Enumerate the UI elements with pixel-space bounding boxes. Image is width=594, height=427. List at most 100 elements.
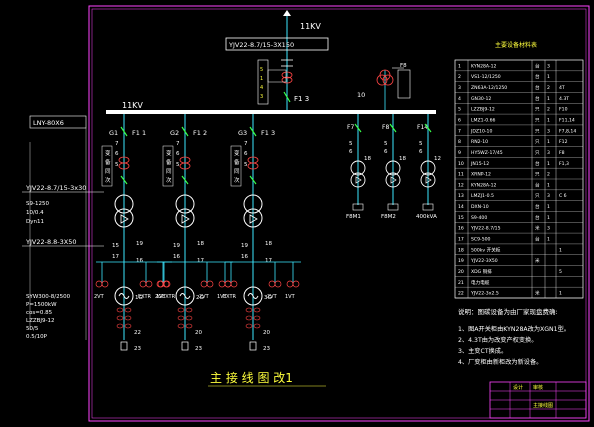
note-1: 1、图A开关柜由KYN28A改为XGN1型。 [458, 325, 570, 333]
aux-number: 12 [434, 156, 441, 162]
table-cell: 4 [458, 96, 461, 102]
table-cell: HY5WZ-17/45 [471, 150, 503, 156]
table-cell: LMZ1-0.66 [471, 118, 496, 124]
unit-number: 17 [112, 254, 119, 260]
table-cell: VS1-12/1250 [471, 74, 501, 80]
cabinet-char: 同 [234, 168, 240, 175]
table-cell: 18 [458, 247, 464, 253]
table-cell: 只 [535, 118, 540, 124]
left-panel: LNY-80X6 YJV22-8.7/15-3x30 S9-1250 10/0.… [22, 115, 104, 340]
table-cell: 1 [547, 182, 550, 188]
table-cell: 13 [458, 193, 464, 199]
generator-unit-2: G2 F1 2变备同次765191716182GEXTR 2VT 1VT2G2023 [155, 114, 233, 352]
table-cell: F7,8,14 [559, 128, 576, 134]
table-cell: 台 [535, 73, 540, 80]
table-cell: 9 [458, 150, 461, 156]
drawing-title: 主 接 线 图 改1 [210, 370, 293, 385]
cabinet-char: 备 [234, 158, 240, 166]
left-tf-spec-2: Dyn11 [26, 219, 44, 225]
table-cell: 3 [547, 128, 550, 134]
table-cell: JN15-12 [470, 161, 489, 167]
table-cell: ZN63A-12/1250 [471, 85, 507, 91]
table-cell: XDG 铜排 [471, 268, 492, 275]
cabinet-char: 变 [105, 149, 111, 157]
table-cell: 1 [559, 247, 562, 253]
unit-number: 6 [176, 151, 180, 157]
table-cell: 17 [458, 237, 464, 243]
unit-number: 17 [265, 258, 272, 264]
gen-tag: 1G [135, 295, 143, 301]
title-block: 设计 审核 主接线图 [489, 381, 587, 419]
pt-number: 10 [357, 91, 365, 99]
left-cable-2: YJV22-8.8-3X50 [25, 238, 77, 246]
table-cell: DXN-10 [471, 204, 489, 210]
table-cell: XRNP-12 [471, 172, 491, 178]
pt-label: 1VT [285, 294, 296, 300]
note-2: 2、4.3T由为改变产权变换。 [458, 336, 537, 344]
table-cell: 台 [535, 181, 540, 188]
table-cell: 只 [535, 128, 540, 134]
unit-number: 19 [241, 243, 248, 249]
unit-number: 23 [134, 346, 141, 352]
table-cell: 只 [535, 172, 540, 178]
table-cell: 1 [547, 237, 550, 243]
aux-breaker-label: F8 [382, 124, 389, 131]
table-cell: 台 [535, 236, 540, 243]
table-cell: F10 [559, 107, 568, 113]
table-cell: 1 [547, 161, 550, 167]
aux-feeder-2: F8 5 6 18 F8M2 [381, 114, 406, 220]
table-cell: JDZ10-10 [470, 128, 492, 134]
unit-number: 17 [197, 258, 204, 264]
unit-name: G2 [170, 129, 179, 137]
table-cell: 1 [547, 139, 550, 145]
table-cell: 1 [547, 74, 550, 80]
unit-number: 7 [115, 141, 119, 147]
generator-units: G1 F1 1 变备同次 7 6 5 15 16 17 19 2VT EXTR 1VT 1G 22 23 G2 F… [94, 114, 301, 352]
unit-number: 7 [176, 141, 180, 147]
table-cell: 2 [547, 172, 550, 178]
left-gen2-spec-2: 0.5/10P [26, 334, 48, 340]
aux-number: 5 [349, 141, 353, 147]
left-gen-spec-0: SYW300-8/2500 [26, 294, 71, 300]
cabinet-char: 备 [166, 158, 172, 166]
unit-number: 19 [173, 243, 180, 249]
table-cell: 台 [535, 84, 540, 91]
table-cell: 3 [547, 150, 550, 156]
table-cell: YJV22-3x2.5 [470, 291, 499, 297]
pt-fuse-label: F8 [400, 63, 407, 69]
unit-number: 6 [244, 151, 248, 157]
aux-number: 6 [384, 149, 388, 155]
table-cell: RN2-10 [471, 139, 488, 145]
table-cell: 12 [458, 182, 464, 188]
table-cell: 1 [547, 204, 550, 210]
unit-breaker-label: F1 2 [193, 129, 207, 137]
unit-number: 18 [197, 241, 204, 247]
title-block-cell-2: 审核 [533, 384, 543, 391]
table-cell: 米 [535, 225, 540, 232]
note-3: 3、主变CT换成。 [458, 347, 507, 355]
table-cell: 只 [535, 150, 540, 156]
left-gen-spec-2: cos=0.85 [26, 310, 53, 316]
unit-number: 6 [115, 151, 119, 157]
table-cell: 3 [547, 226, 550, 232]
table-cell: 只 [535, 107, 540, 113]
left-gen2-spec-1: 50/5 [26, 326, 39, 332]
aux-feeder-3: F14 5 6 12 400kVA [416, 114, 441, 220]
notes-heading: 说明：图碳设备为由厂家现盘费确: [458, 307, 558, 316]
aux-number: 6 [419, 149, 423, 155]
svg-text:4: 4 [260, 85, 263, 91]
note-4: 4、厂变柜由新柜改为新设备。 [458, 358, 542, 366]
incoming-voltage: 11KV [300, 22, 321, 31]
table-cell: 4T [559, 85, 565, 91]
table-cell: 3 [458, 85, 461, 91]
unit-number: 15 [112, 243, 119, 249]
table-cell: 7 [458, 128, 461, 134]
cabinet-char: 同 [105, 168, 111, 175]
unit-number: 16 [173, 254, 180, 260]
unit-number: 23 [195, 346, 202, 352]
equipment-table-title: 主要设备材料表 [495, 41, 537, 49]
aux-number: 5 [384, 141, 388, 147]
left-gen-spec-1: P=1500kW [26, 302, 57, 308]
table-cell: 台 [535, 214, 540, 221]
table-cell: 20 [458, 269, 464, 275]
